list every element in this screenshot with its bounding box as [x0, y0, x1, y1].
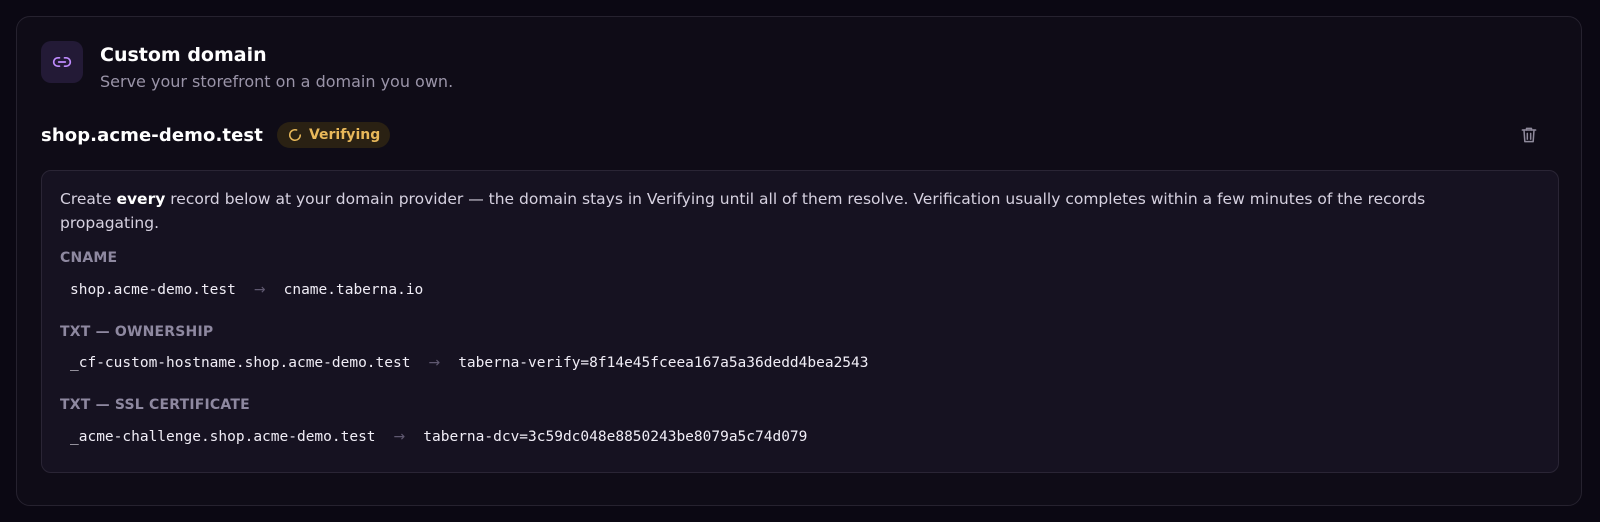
instructions-emphasis: every: [116, 190, 166, 208]
record-row-txt-ownership: _cf-custom-hostname.shop.acme-demo.test …: [70, 355, 869, 371]
record-label-txt-ownership: TXT — OWNERSHIP: [60, 324, 214, 340]
custom-domain-card: Custom domain Serve your storefront on a…: [16, 16, 1582, 506]
record-value[interactable]: taberna-verify=8f14e45fceea167a5a36dedd4…: [458, 355, 868, 371]
record-host[interactable]: _acme-challenge.shop.acme-demo.test: [70, 429, 376, 445]
card-title: Custom domain: [100, 44, 267, 66]
record-row-txt-ssl: _acme-challenge.shop.acme-demo.test → ta…: [70, 429, 807, 445]
arrow-icon: →: [428, 355, 441, 371]
status-badge: Verifying: [276, 122, 391, 148]
arrow-icon: →: [253, 282, 266, 298]
status-label: Verifying: [308, 127, 381, 143]
record-value[interactable]: cname.taberna.io: [284, 282, 424, 298]
arrow-icon: →: [393, 429, 406, 445]
domain-name: shop.acme-demo.test: [41, 124, 263, 146]
delete-domain-button[interactable]: [1517, 123, 1541, 147]
record-label-txt-ssl: TXT — SSL CERTIFICATE: [60, 397, 250, 413]
record-host[interactable]: shop.acme-demo.test: [70, 282, 236, 298]
record-row-cname: shop.acme-demo.test → cname.taberna.io: [70, 282, 423, 298]
domain-row: shop.acme-demo.test Verifying: [41, 121, 1557, 149]
link-icon: [41, 41, 83, 83]
dns-records-panel: Create every record below at your domain…: [41, 170, 1559, 473]
instructions-text: Create every record below at your domain…: [60, 190, 1426, 232]
record-host[interactable]: _cf-custom-hostname.shop.acme-demo.test: [70, 355, 410, 371]
trash-icon: [1521, 127, 1537, 143]
card-subtitle: Serve your storefront on a domain you ow…: [100, 72, 454, 91]
record-value[interactable]: taberna-dcv=3c59dc048e8850243be8079a5c74…: [423, 429, 807, 445]
spinner-icon: [287, 127, 303, 143]
card-header: Custom domain Serve your storefront on a…: [41, 41, 453, 92]
record-label-cname: CNAME: [60, 250, 118, 266]
